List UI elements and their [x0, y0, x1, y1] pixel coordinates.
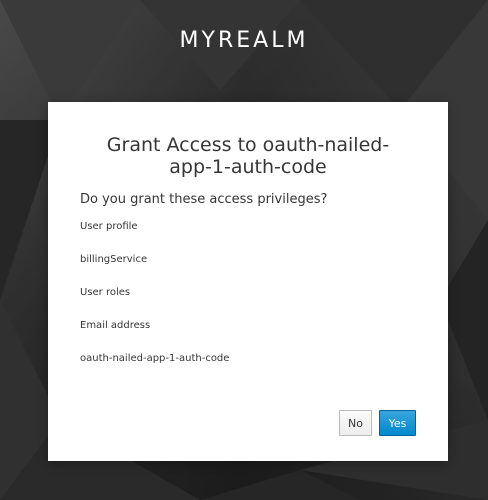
privilege-item: User roles	[80, 287, 131, 298]
page-title: Grant Access to oauth-nailed-app-1-auth-…	[106, 134, 390, 178]
privilege-item: User profile	[80, 221, 138, 232]
privilege-item: billingService	[80, 254, 148, 265]
consent-actions: No Yes	[339, 410, 416, 436]
privilege-list: User profile billingService User roles E…	[80, 221, 416, 386]
accept-button[interactable]: Yes	[379, 410, 416, 436]
realm-name: MYREALM	[179, 28, 309, 53]
consent-card: Grant Access to oauth-nailed-app-1-auth-…	[48, 102, 448, 461]
consent-question: Do you grant these access privileges?	[80, 192, 328, 207]
privilege-item: Email address	[80, 320, 151, 331]
deny-button[interactable]: No	[339, 410, 372, 436]
privilege-item: oauth-nailed-app-1-auth-code	[80, 353, 230, 364]
